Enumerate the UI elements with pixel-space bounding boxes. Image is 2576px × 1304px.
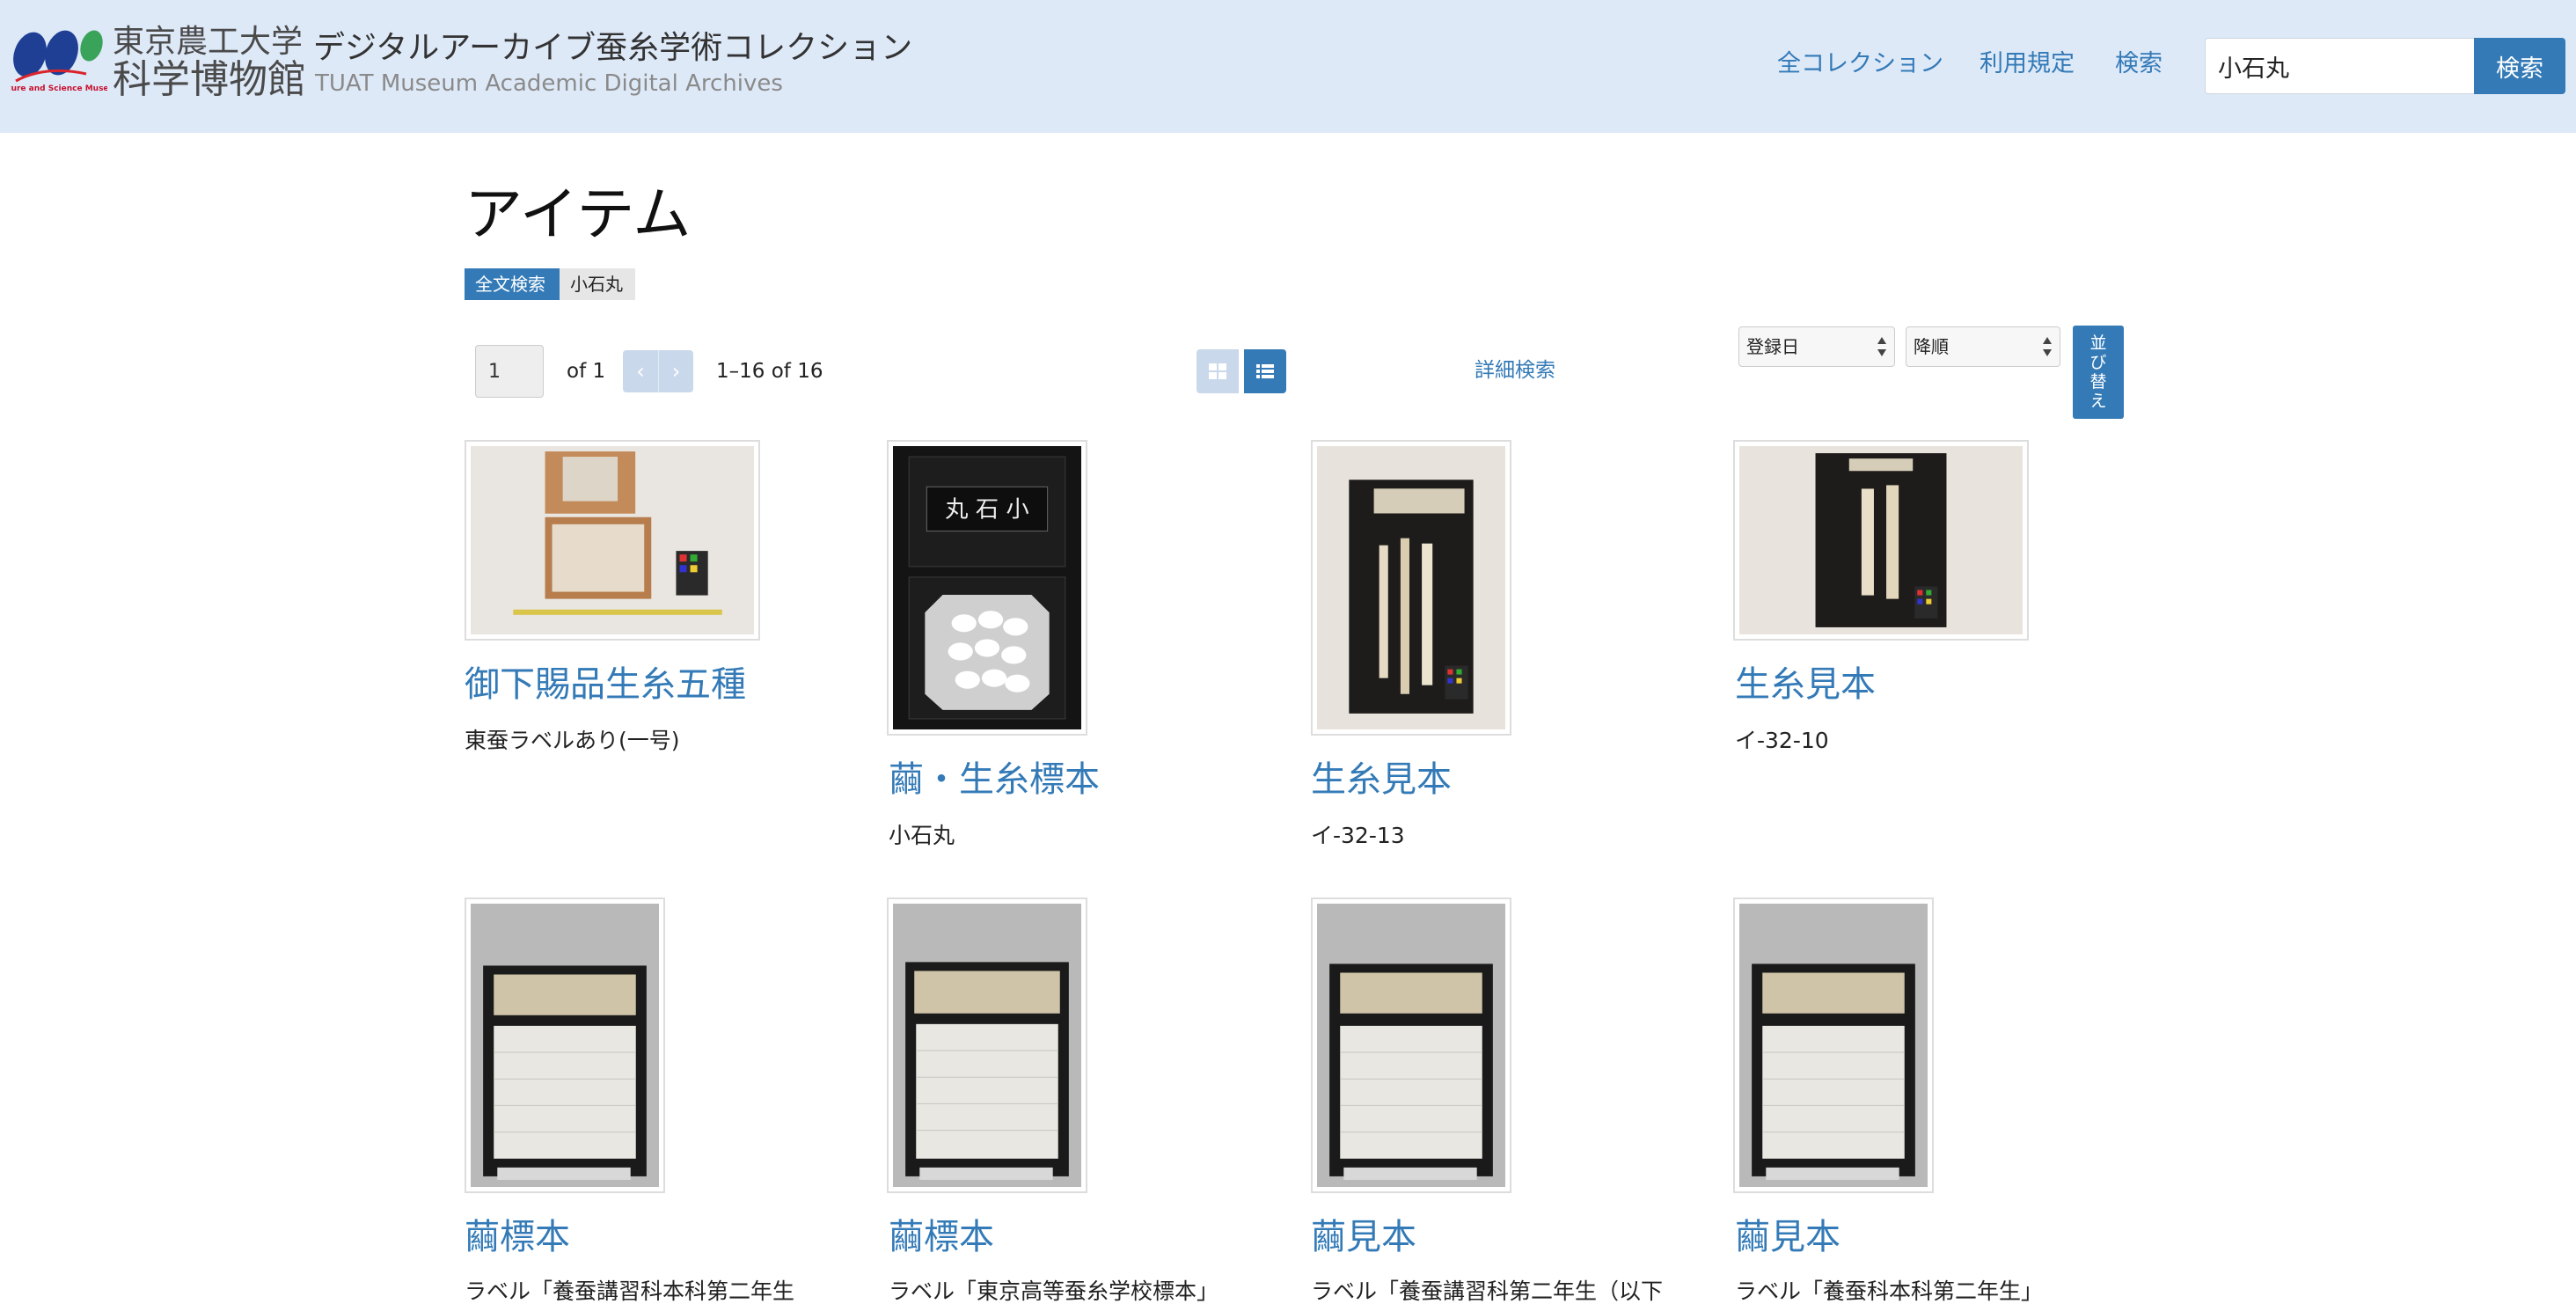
museum-name: 科学博物館 [113,57,306,102]
raw-silk-sample-photo [1739,446,2023,634]
filter-key-badge: 全文検索 [465,268,560,300]
item-description: ラベル「東京高等蚕糸学校標本」 [889,1278,1219,1304]
item-description: イ-32-10 [1735,728,1829,753]
grid-icon [1209,363,1226,379]
cocoon-specimen-photo: 丸 石 小 [893,446,1081,729]
item-thumbnail[interactable] [887,897,1087,1193]
item-title-link[interactable]: 繭標本 [465,1216,570,1258]
result-range: 1–16 of 16 [716,360,823,383]
item-description: ラベル「養蚕講習科第二年生（以下 [1311,1278,1664,1304]
site-subtitle: TUAT Museum Academic Digital Archives [315,70,783,97]
sort-order-select[interactable]: 降順 [1906,326,2060,367]
nav-all-collections[interactable]: 全コレクション [1777,49,1943,79]
nav-search[interactable]: 検索 [2115,49,2163,79]
item-description: 東蚕ラベルあり(一号) [465,728,680,753]
list-view-button[interactable] [1244,349,1286,393]
next-page-button[interactable]: › [658,350,693,392]
item-description: 小石丸 [889,823,955,848]
cocoon-specimen-photo [1739,904,1928,1187]
sort-field-select[interactable]: 登録日 [1738,326,1895,367]
item-thumbnail[interactable] [465,440,760,641]
item-title-link[interactable]: 御下賜品生糸五種 [465,663,746,706]
select-arrows-icon [1877,337,1886,356]
previous-page-button[interactable]: ‹ [623,350,658,392]
cocoon-specimen-photo [471,904,659,1187]
item-thumbnail[interactable] [465,897,665,1193]
item-title-link[interactable]: 生糸見本 [1311,758,1452,801]
raw-silk-sample-photo [1317,446,1505,729]
item-thumbnail[interactable]: 丸 石 小 [887,440,1087,736]
grid-view-button[interactable] [1197,349,1239,393]
item-description: ラベル「養蚕講習科本科第二年生 [465,1278,795,1304]
sort-field-value: 登録日 [1746,336,1799,357]
page-count: of 1 [567,360,606,383]
item-title-link[interactable]: 繭・生糸標本 [889,758,1100,801]
cocoon-specimen-photo [893,904,1081,1187]
nav-terms-of-use[interactable]: 利用規定 [1980,49,2075,79]
item-title-link[interactable]: 生糸見本 [1735,663,1876,706]
cocoon-specimen-photo [1317,904,1505,1187]
svg-text:丸 石 小: 丸 石 小 [945,497,1028,524]
site-header: Nature and Science Museum 東京農工大学 科学博物館 デ… [0,0,2576,133]
museum-logo-icon[interactable]: Nature and Science Museum [11,26,107,102]
sort-button-char: び [2089,353,2107,372]
item-thumbnail[interactable] [1733,440,2029,641]
silk-box-photo [471,446,754,634]
page-title: アイテム [465,180,692,248]
sort-button[interactable]: 並 び 替 え [2073,326,2124,419]
item-description: ラベル「養蚕科本科第二年生」 [1735,1278,2044,1304]
item-thumbnail[interactable] [1733,897,1934,1193]
sort-button-char: 並 [2089,333,2107,353]
sort-button-char: え [2089,392,2107,411]
select-arrows-icon [2043,337,2052,356]
logo-caption: Nature and Science Museum [11,84,107,93]
advanced-search-link[interactable]: 詳細検索 [1475,356,1555,385]
item-description: イ-32-13 [1311,823,1405,848]
item-title-link[interactable]: 繭見本 [1311,1216,1416,1258]
list-icon [1256,364,1274,378]
sort-order-value: 降順 [1914,336,1949,357]
page-number-input[interactable] [475,345,544,398]
sort-button-char: 替 [2089,372,2107,392]
university-name: 東京農工大学 [113,24,304,60]
search-button[interactable]: 検索 [2474,38,2565,94]
site-title[interactable]: デジタルアーカイブ蚕糸学術コレクション [313,30,912,67]
filter-value-badge: 小石丸 [560,268,635,300]
item-title-link[interactable]: 繭見本 [1735,1216,1841,1258]
search-input[interactable] [2205,38,2474,94]
item-thumbnail[interactable] [1311,440,1511,736]
item-thumbnail[interactable] [1311,897,1511,1193]
item-title-link[interactable]: 繭標本 [889,1216,994,1258]
